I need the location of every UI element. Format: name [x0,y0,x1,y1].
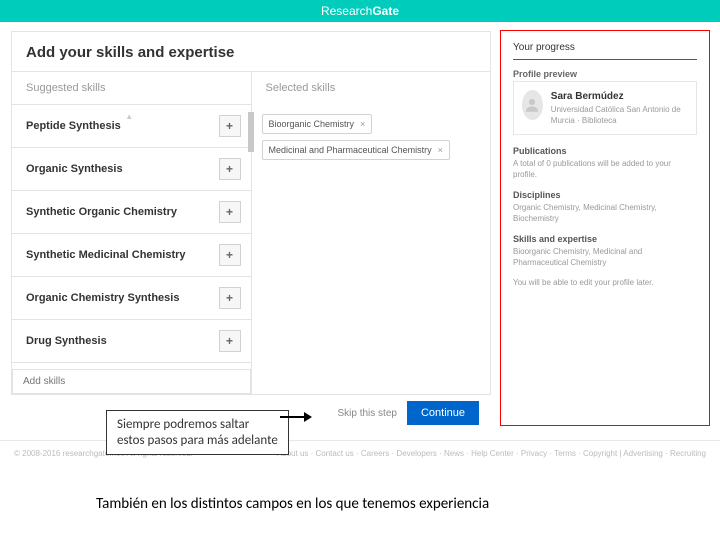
skill-label: Synthetic Organic Chemistry [26,206,177,218]
skill-label: Peptide Synthesis [26,120,121,132]
edit-later-note: You will be able to edit your profile la… [513,277,697,288]
selected-skill-chip: Bioorganic Chemistry × [262,114,373,134]
skip-step-link[interactable]: Skip this step [337,408,396,419]
progress-sidebar: Your progress Profile preview Sara Bermú… [500,30,710,426]
add-skill-button[interactable]: + [219,201,241,223]
suggested-skills-header: Suggested skills [12,72,251,104]
page-title: Add your skills and expertise [12,32,490,71]
profile-affiliation: Universidad Católica San Antonio de Murc… [551,104,688,126]
annotation-arrow-line [280,416,306,418]
publications-label: Publications [513,145,697,158]
selected-skills-list: Bioorganic Chemistry × Medicinal and Phar… [252,104,491,170]
add-skill-button[interactable]: + [219,158,241,180]
disciplines-label: Disciplines [513,189,697,202]
suggested-skill-row: Drug Synthesis + [12,320,251,363]
annotation-callout: Siempre podremos saltar estos pasos para… [106,410,289,455]
top-bar: ResearchGate [0,0,720,22]
scrollbar[interactable] [248,112,254,152]
footer-links[interactable]: About us · Contact us · Careers · Develo… [277,449,706,458]
sidebar-title: Your progress [513,41,697,60]
add-skill-button[interactable]: + [219,115,241,137]
continue-button[interactable]: Continue [407,401,479,425]
skill-label: Drug Synthesis [26,335,107,347]
selected-skills-header: Selected skills [252,72,491,104]
selected-skill-chip: Medicinal and Pharmaceutical Chemistry × [262,140,450,160]
publications-text: A total of 0 publications will be added … [513,158,697,180]
remove-skill-icon[interactable]: × [360,119,365,129]
disciplines-text: Organic Chemistry, Medicinal Chemistry, … [513,202,697,224]
main-panel: Add your skills and expertise Suggested … [10,30,492,426]
suggested-skills-list: Peptide Synthesis + Organic Synthesis + Sy… [12,104,251,363]
skill-label: Organic Chemistry Synthesis [26,292,179,304]
brand-logo: ResearchGate [321,4,399,18]
skill-label: Organic Synthesis [26,163,123,175]
profile-name: Sara Bermúdez [551,90,688,104]
profile-preview-card: Sara Bermúdez Universidad Católica San A… [513,81,697,135]
avatar-icon [522,90,543,120]
add-skill-button[interactable]: + [219,330,241,352]
skill-label: Synthetic Medicinal Chemistry [26,249,186,261]
skills-label: Skills and expertise [513,233,697,246]
remove-skill-icon[interactable]: × [438,145,443,155]
add-skill-button[interactable]: + [219,244,241,266]
suggested-skill-row: Organic Synthesis + [12,148,251,191]
chip-label: Medicinal and Pharmaceutical Chemistry [269,145,432,155]
annotation-caption: También en los distintos campos en los q… [96,495,489,513]
chip-label: Bioorganic Chemistry [269,119,355,129]
profile-preview-label: Profile preview [513,68,697,81]
add-skills-input[interactable] [12,369,251,394]
annotation-arrow-icon [304,412,312,422]
add-skill-button[interactable]: + [219,287,241,309]
suggested-skill-row: Synthetic Organic Chemistry + [12,191,251,234]
suggested-skill-row: Synthetic Medicinal Chemistry + [12,234,251,277]
scroll-up-icon[interactable]: ▲ [125,112,133,121]
skills-text: Bioorganic Chemistry, Medicinal and Phar… [513,246,697,268]
suggested-skill-row: Organic Chemistry Synthesis + [12,277,251,320]
